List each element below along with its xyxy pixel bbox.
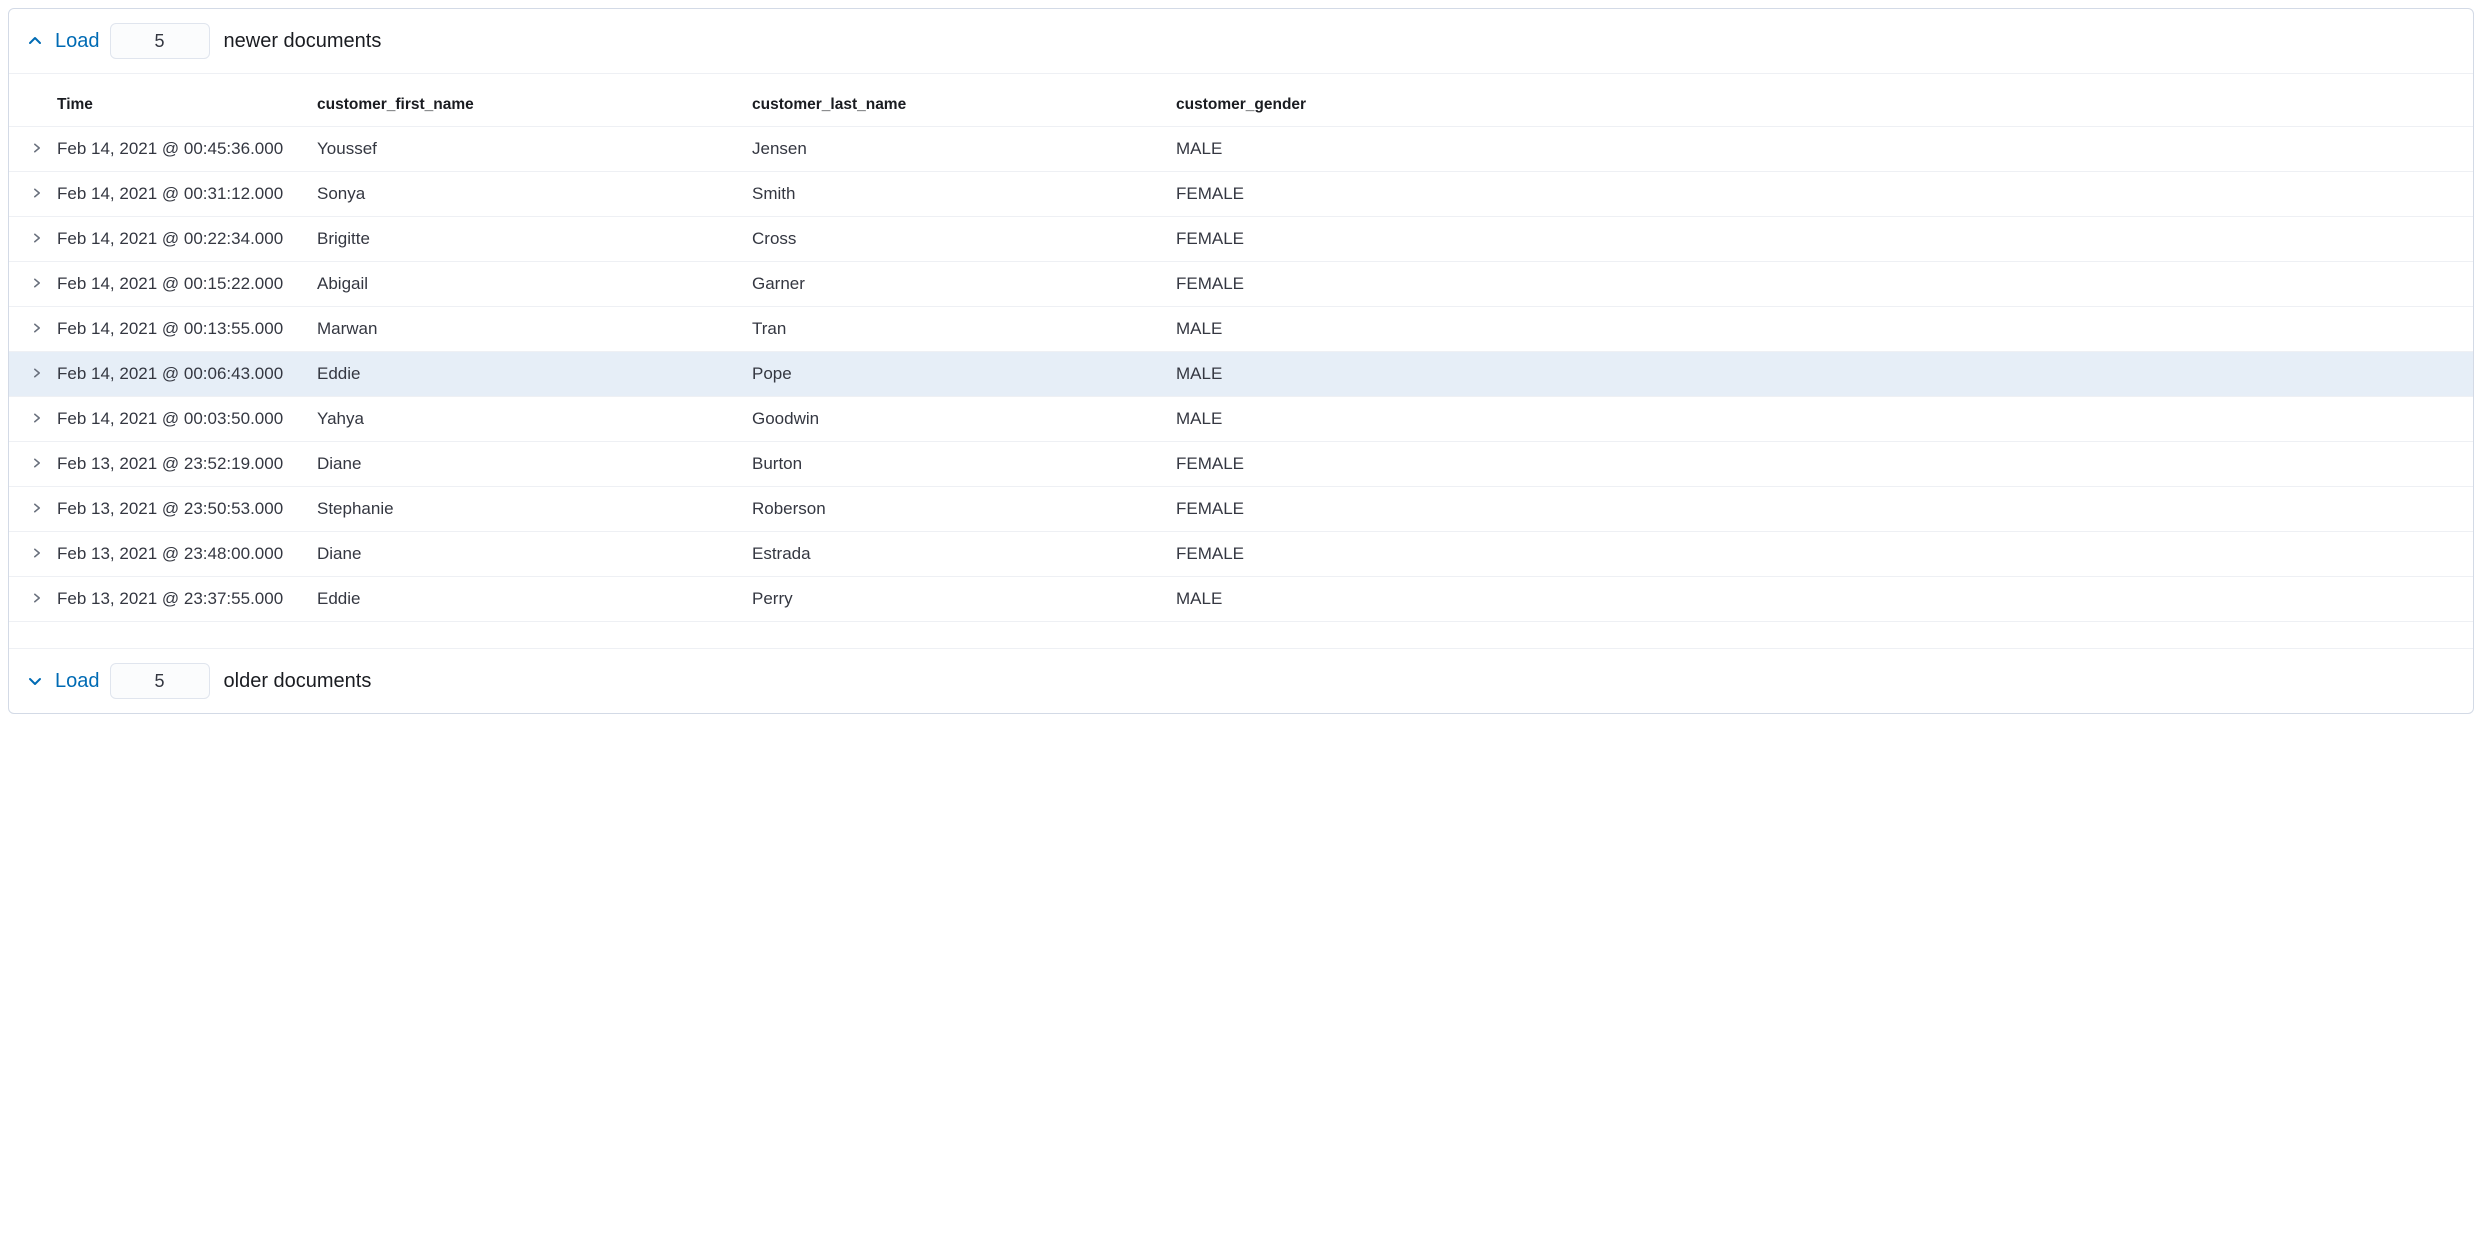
cell-time: Feb 14, 2021 @ 00:15:22.000 (49, 262, 309, 307)
table-row[interactable]: Feb 14, 2021 @ 00:06:43.000EddiePopeMALE (9, 352, 2473, 397)
documents-table-wrap: Time customer_first_name customer_last_n… (9, 74, 2473, 648)
chevron-right-icon (31, 364, 43, 383)
cell-first-name: Eddie (309, 352, 744, 397)
table-row[interactable]: Feb 13, 2021 @ 23:50:53.000StephanieRobe… (9, 487, 2473, 532)
expand-toggle[interactable] (9, 442, 49, 487)
cell-last-name: Estrada (744, 532, 1168, 577)
cell-first-name: Stephanie (309, 487, 744, 532)
load-newer-link[interactable]: Load (55, 30, 100, 53)
cell-time: Feb 13, 2021 @ 23:50:53.000 (49, 487, 309, 532)
load-older-link[interactable]: Load (55, 670, 100, 693)
cell-gender: FEMALE (1168, 532, 2473, 577)
chevron-right-icon (31, 589, 43, 608)
table-row[interactable]: Feb 13, 2021 @ 23:37:55.000EddiePerryMAL… (9, 577, 2473, 622)
cell-last-name: Garner (744, 262, 1168, 307)
expand-toggle[interactable] (9, 352, 49, 397)
column-header-first-name[interactable]: customer_first_name (309, 84, 744, 127)
documents-table: Time customer_first_name customer_last_n… (9, 84, 2473, 622)
table-row[interactable]: Feb 14, 2021 @ 00:31:12.000SonyaSmithFEM… (9, 172, 2473, 217)
cell-last-name: Perry (744, 577, 1168, 622)
cell-gender: MALE (1168, 577, 2473, 622)
chevron-right-icon (31, 319, 43, 338)
cell-first-name: Diane (309, 532, 744, 577)
expand-toggle[interactable] (9, 217, 49, 262)
cell-first-name: Diane (309, 442, 744, 487)
cell-time: Feb 14, 2021 @ 00:13:55.000 (49, 307, 309, 352)
cell-first-name: Sonya (309, 172, 744, 217)
expand-header (9, 84, 49, 127)
cell-first-name: Eddie (309, 577, 744, 622)
chevron-right-icon (31, 409, 43, 428)
column-header-last-name[interactable]: customer_last_name (744, 84, 1168, 127)
cell-time: Feb 14, 2021 @ 00:31:12.000 (49, 172, 309, 217)
cell-last-name: Pope (744, 352, 1168, 397)
chevron-up-icon (25, 33, 45, 49)
expand-toggle[interactable] (9, 577, 49, 622)
table-row[interactable]: Feb 14, 2021 @ 00:13:55.000MarwanTranMAL… (9, 307, 2473, 352)
chevron-right-icon (31, 454, 43, 473)
expand-toggle[interactable] (9, 397, 49, 442)
chevron-right-icon (31, 499, 43, 518)
chevron-right-icon (31, 544, 43, 563)
cell-last-name: Cross (744, 217, 1168, 262)
expand-toggle[interactable] (9, 487, 49, 532)
expand-toggle[interactable] (9, 532, 49, 577)
column-header-gender[interactable]: customer_gender (1168, 84, 2473, 127)
table-row[interactable]: Feb 14, 2021 @ 00:03:50.000YahyaGoodwinM… (9, 397, 2473, 442)
cell-gender: MALE (1168, 307, 2473, 352)
cell-gender: FEMALE (1168, 487, 2473, 532)
chevron-right-icon (31, 229, 43, 248)
chevron-right-icon (31, 184, 43, 203)
cell-time: Feb 13, 2021 @ 23:48:00.000 (49, 532, 309, 577)
documents-panel: Load newer documents Time customer_first… (8, 8, 2474, 714)
chevron-down-icon (25, 673, 45, 689)
table-row[interactable]: Feb 13, 2021 @ 23:48:00.000DianeEstradaF… (9, 532, 2473, 577)
cell-first-name: Brigitte (309, 217, 744, 262)
expand-toggle[interactable] (9, 307, 49, 352)
column-header-time[interactable]: Time (49, 84, 309, 127)
load-older-count-input[interactable] (110, 663, 210, 699)
cell-last-name: Tran (744, 307, 1168, 352)
cell-first-name: Yahya (309, 397, 744, 442)
cell-first-name: Youssef (309, 127, 744, 172)
cell-time: Feb 13, 2021 @ 23:37:55.000 (49, 577, 309, 622)
cell-last-name: Jensen (744, 127, 1168, 172)
table-row[interactable]: Feb 13, 2021 @ 23:52:19.000DianeBurtonFE… (9, 442, 2473, 487)
cell-last-name: Roberson (744, 487, 1168, 532)
cell-last-name: Burton (744, 442, 1168, 487)
cell-time: Feb 14, 2021 @ 00:03:50.000 (49, 397, 309, 442)
cell-gender: FEMALE (1168, 262, 2473, 307)
load-newer-bar: Load newer documents (9, 9, 2473, 73)
cell-gender: FEMALE (1168, 172, 2473, 217)
table-header-row: Time customer_first_name customer_last_n… (9, 84, 2473, 127)
load-older-bar: Load older documents (9, 649, 2473, 713)
table-row[interactable]: Feb 14, 2021 @ 00:45:36.000YoussefJensen… (9, 127, 2473, 172)
cell-gender: FEMALE (1168, 217, 2473, 262)
cell-last-name: Goodwin (744, 397, 1168, 442)
cell-gender: FEMALE (1168, 442, 2473, 487)
expand-toggle[interactable] (9, 262, 49, 307)
expand-toggle[interactable] (9, 172, 49, 217)
cell-gender: MALE (1168, 397, 2473, 442)
chevron-right-icon (31, 274, 43, 293)
cell-time: Feb 14, 2021 @ 00:22:34.000 (49, 217, 309, 262)
chevron-right-icon (31, 139, 43, 158)
cell-gender: MALE (1168, 352, 2473, 397)
table-row[interactable]: Feb 14, 2021 @ 00:22:34.000BrigitteCross… (9, 217, 2473, 262)
cell-last-name: Smith (744, 172, 1168, 217)
cell-time: Feb 13, 2021 @ 23:52:19.000 (49, 442, 309, 487)
cell-gender: MALE (1168, 127, 2473, 172)
table-row[interactable]: Feb 14, 2021 @ 00:15:22.000AbigailGarner… (9, 262, 2473, 307)
expand-toggle[interactable] (9, 127, 49, 172)
cell-time: Feb 14, 2021 @ 00:06:43.000 (49, 352, 309, 397)
cell-first-name: Abigail (309, 262, 744, 307)
load-newer-suffix: newer documents (224, 30, 382, 53)
cell-time: Feb 14, 2021 @ 00:45:36.000 (49, 127, 309, 172)
load-newer-count-input[interactable] (110, 23, 210, 59)
cell-first-name: Marwan (309, 307, 744, 352)
load-older-suffix: older documents (224, 670, 372, 693)
